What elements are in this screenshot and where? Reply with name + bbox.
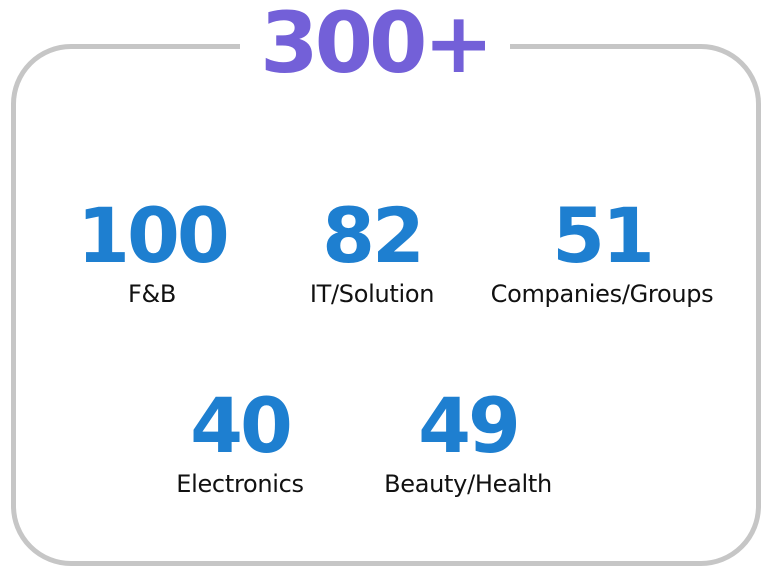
stat-value: 40 [190, 381, 293, 470]
stat-label: Companies/Groups [490, 280, 714, 308]
stat-companies-groups: 51 Companies/Groups [462, 191, 742, 309]
headline-container: 300+ [240, 0, 510, 90]
stat-value: 100 [77, 191, 230, 280]
stat-beauty-health: 49 Beauty/Health [328, 381, 608, 499]
stat-value: 82 [322, 191, 425, 280]
stat-label: Electronics [176, 470, 304, 498]
stat-value: 49 [418, 381, 521, 470]
headline-total: 300+ [260, 0, 494, 92]
stat-label: F&B [127, 280, 177, 308]
stat-label: Beauty/Health [384, 470, 552, 498]
stat-value: 51 [552, 191, 655, 280]
stat-label: IT/Solution [309, 280, 435, 308]
